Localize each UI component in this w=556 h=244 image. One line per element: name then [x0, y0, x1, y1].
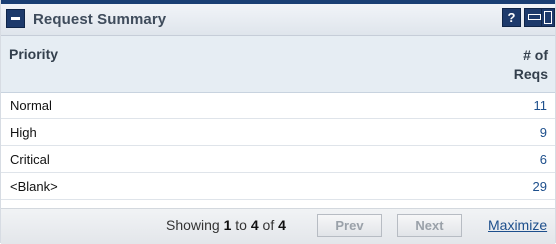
- table-row[interactable]: <Blank> 29: [1, 173, 555, 200]
- help-icon[interactable]: ?: [502, 8, 521, 27]
- request-summary-panel: Request Summary ? Priority # of Reqs Nor…: [0, 0, 556, 244]
- pagination-status: Showing 1 to 4 of 4: [166, 217, 286, 233]
- table-header: Priority # of Reqs: [1, 36, 555, 93]
- priority-column-header[interactable]: Priority: [9, 46, 58, 62]
- priority-cell: High: [10, 125, 37, 140]
- count-column-header[interactable]: # of Reqs: [514, 46, 548, 84]
- priority-cell: Critical: [10, 152, 50, 167]
- count-header-line2: Reqs: [513, 66, 548, 82]
- count-header-line1: # of: [523, 47, 548, 63]
- table-body: Normal 11 High 9 Critical 6 <Blank> 29: [1, 92, 555, 200]
- range-of: of: [258, 217, 279, 233]
- maximize-link[interactable]: Maximize: [488, 217, 547, 233]
- table-row[interactable]: High 9: [1, 119, 555, 146]
- table-footer: Showing 1 to 4 of 4 Prev Next Maximize: [1, 208, 555, 244]
- table-row[interactable]: Critical 6: [1, 146, 555, 173]
- priority-cell: Normal: [10, 98, 52, 113]
- table-row[interactable]: Normal 11: [1, 92, 555, 119]
- count-link[interactable]: 9: [540, 125, 547, 140]
- count-link[interactable]: 29: [533, 179, 547, 194]
- range-end: 4: [250, 217, 259, 233]
- count-link[interactable]: 11: [534, 98, 548, 113]
- restore-icon[interactable]: [541, 8, 555, 27]
- prev-button[interactable]: Prev: [317, 214, 382, 237]
- range-to: to: [231, 217, 251, 233]
- panel-title: Request Summary: [33, 11, 167, 28]
- panel-titlebar: Request Summary ?: [1, 0, 555, 36]
- range-total: 4: [278, 217, 286, 233]
- collapse-icon[interactable]: [6, 9, 25, 28]
- count-link[interactable]: 6: [540, 152, 547, 167]
- priority-cell: <Blank>: [10, 179, 58, 194]
- next-button[interactable]: Next: [397, 214, 462, 237]
- showing-prefix: Showing: [166, 217, 224, 233]
